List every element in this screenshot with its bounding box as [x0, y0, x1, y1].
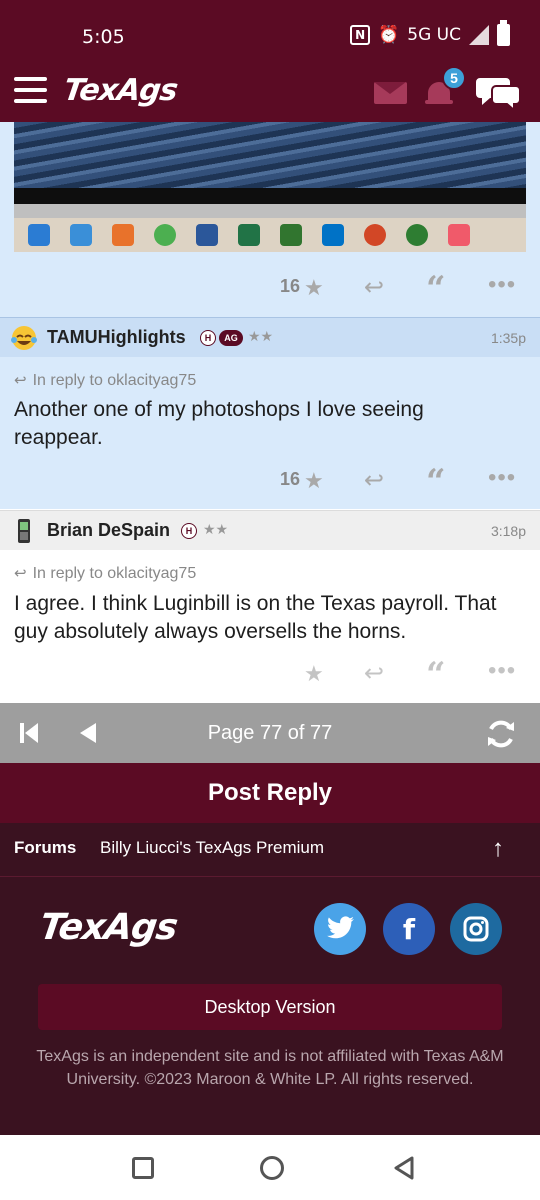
android-nav-bar: [0, 1135, 540, 1200]
more-icon[interactable]: •••: [488, 271, 516, 299]
network-label: 5G UC: [407, 25, 461, 45]
h-badge: H: [200, 330, 216, 346]
twitter-icon[interactable]: [314, 903, 366, 955]
instagram-icon[interactable]: [450, 903, 502, 955]
post-actions: 16 ★ ↩ “ •••: [0, 267, 540, 309]
texags-logo[interactable]: TexAgs: [62, 73, 180, 108]
status-time: 5:05: [82, 26, 125, 48]
back-icon[interactable]: [392, 1155, 416, 1181]
breadcrumb: Forums Billy Liucci's TexAgs Premium ↑: [0, 823, 540, 877]
ag-badge: AG: [219, 330, 243, 346]
post-actions: ★ ↩ “ •••: [0, 653, 540, 695]
reply-arrow-icon: ↩: [14, 565, 27, 582]
quote-icon[interactable]: “: [426, 655, 446, 695]
chat-icon[interactable]: [476, 74, 522, 110]
post-header: TAMUHighlights H AG ★★ 1:35p: [0, 317, 540, 357]
signal-icon: [469, 25, 489, 45]
notification-count-badge: 5: [442, 66, 466, 90]
refresh-icon[interactable]: [484, 717, 518, 751]
in-reply-to[interactable]: ↩ In reply to oklacityag75: [14, 564, 196, 583]
facebook-icon[interactable]: f: [383, 903, 435, 955]
vote-count: 16: [280, 276, 301, 296]
scroll-top-icon[interactable]: ↑: [492, 835, 504, 863]
mail-icon[interactable]: [374, 82, 407, 104]
reply-icon[interactable]: ↩: [364, 273, 384, 302]
post-text: I agree. I think Luginbill is on the Tex…: [14, 592, 497, 643]
post-header: Brian DeSpain H ★★ 3:18p: [0, 510, 540, 550]
recents-icon[interactable]: [132, 1157, 154, 1179]
desktop-version-button[interactable]: Desktop Version: [38, 984, 502, 1030]
more-icon[interactable]: •••: [488, 464, 516, 492]
footer: TexAgs f Desktop Version TexAgs is an in…: [0, 877, 540, 1135]
breadcrumb-forums[interactable]: Forums: [14, 838, 76, 858]
nfc-icon: N: [350, 25, 371, 45]
post-time[interactable]: 3:18p: [491, 523, 526, 539]
avatar[interactable]: [10, 517, 38, 545]
h-badge: H: [181, 523, 197, 539]
rank-stars: ★★: [203, 521, 229, 537]
status-icons: N ⏰ 5G UC: [350, 20, 510, 46]
home-icon[interactable]: [260, 1156, 284, 1180]
footer-logo[interactable]: TexAgs: [37, 907, 179, 948]
avatar[interactable]: [10, 324, 38, 352]
in-reply-to-label: In reply to oklacityag75: [32, 565, 197, 582]
username[interactable]: Brian DeSpain: [47, 520, 170, 541]
in-reply-to-label: In reply to oklacityag75: [32, 372, 197, 389]
more-icon[interactable]: •••: [488, 657, 516, 685]
reply-icon[interactable]: ↩: [364, 659, 384, 688]
breadcrumb-board[interactable]: Billy Liucci's TexAgs Premium: [100, 838, 324, 858]
reply-arrow-icon: ↩: [14, 372, 27, 389]
battery-icon: [497, 20, 510, 46]
quote-icon[interactable]: “: [426, 269, 446, 309]
post-text: Another one of my photoshops I love seei…: [14, 398, 424, 449]
rank-stars: ★★: [248, 328, 274, 344]
footer-disclaimer: TexAgs is an independent site and is not…: [36, 1048, 504, 1088]
star-icon[interactable]: ★: [304, 661, 324, 687]
menu-icon[interactable]: [14, 77, 47, 103]
star-icon[interactable]: ★: [304, 468, 324, 494]
page-indicator: Page 77 of 77: [207, 722, 333, 744]
pagination-bar: Page 77 of 77: [0, 703, 540, 763]
post-actions: 16 ★ ↩ “ •••: [0, 460, 540, 502]
post-time[interactable]: 1:35p: [491, 330, 526, 346]
username[interactable]: TAMUHighlights: [47, 327, 186, 348]
alarm-icon: ⏰: [378, 25, 400, 45]
reply-icon[interactable]: ↩: [364, 466, 384, 495]
quote-icon[interactable]: “: [426, 462, 446, 502]
vote-count: 16: [280, 469, 301, 489]
post-image-screenshot[interactable]: [14, 122, 526, 252]
post-reply-button[interactable]: Post Reply: [0, 763, 540, 823]
taskbar-icons: [14, 218, 526, 252]
in-reply-to[interactable]: ↩ In reply to oklacityag75: [14, 371, 196, 390]
star-icon[interactable]: ★: [304, 275, 324, 301]
